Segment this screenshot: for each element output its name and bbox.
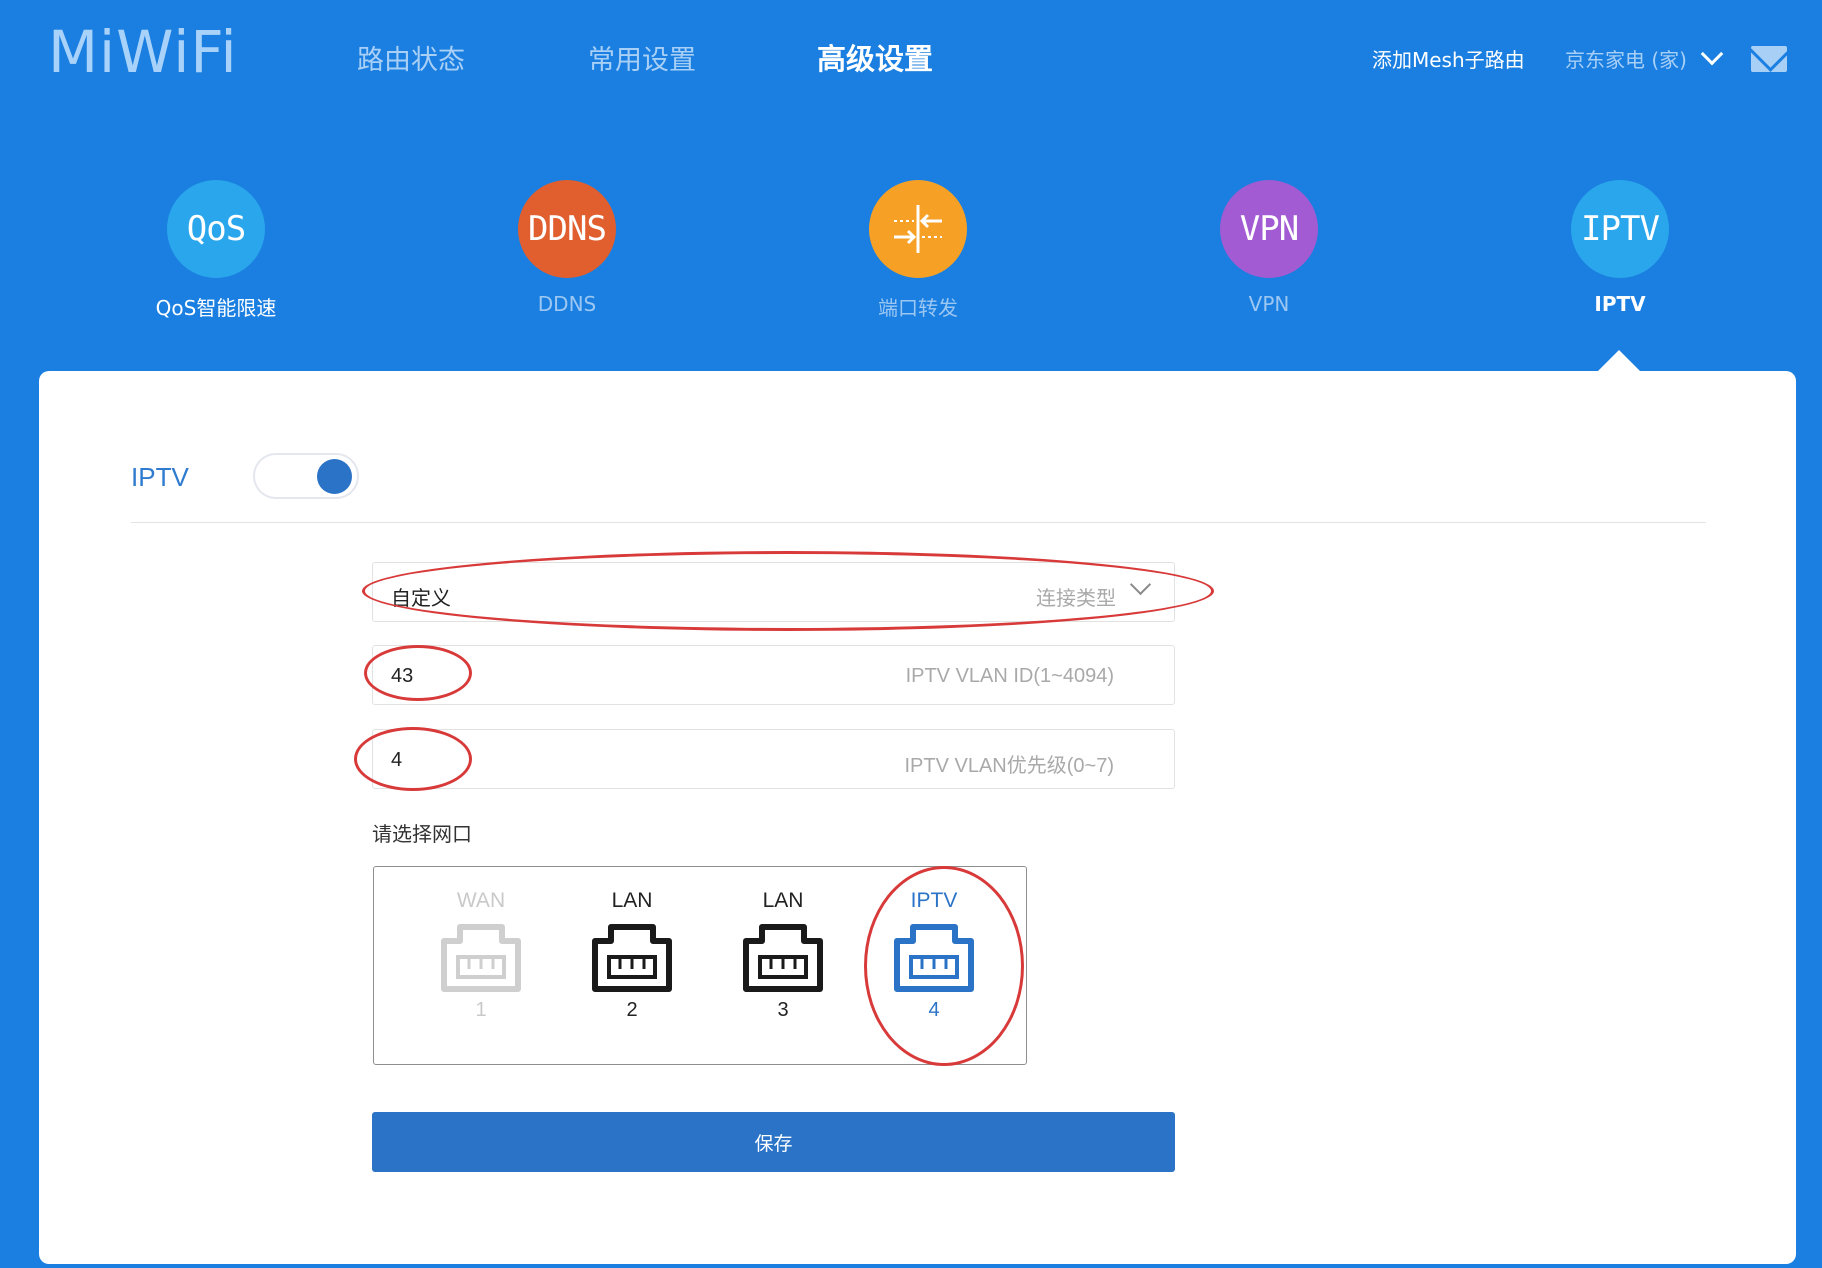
iptv-icon: IPTV [1571, 180, 1669, 278]
port-4-iptv[interactable]: IPTV 4 [879, 889, 989, 1022]
feature-ddns-label: DDNS [537, 292, 597, 316]
feature-iptv[interactable]: IPTV IPTV [1520, 180, 1720, 316]
port-1-wan: WAN 1 [426, 889, 536, 1022]
vlan-id-input[interactable]: 43 IPTV VLAN ID(1~4094) [372, 645, 1175, 705]
add-mesh-link[interactable]: 添加Mesh子路由 [1372, 44, 1525, 73]
connection-type-value: 自定义 [391, 588, 451, 610]
feature-iptv-label: IPTV [1594, 292, 1646, 316]
vlan-priority-value: 4 [391, 749, 403, 771]
vlan-id-value: 43 [391, 665, 414, 687]
port-type: WAN [456, 889, 506, 912]
feature-port-forward-label: 端口转发 [878, 296, 958, 320]
nav-router-status[interactable]: 路由状态 [357, 38, 465, 77]
feature-vpn-label: VPN [1248, 292, 1290, 316]
port-type: LAN [762, 889, 804, 912]
connection-type-select[interactable]: 自定义 连接类型 [372, 562, 1175, 622]
ethernet-port-icon [743, 924, 823, 992]
toggle-knob [317, 459, 352, 494]
ddns-icon: DDNS [518, 180, 616, 278]
qos-icon: QoS [167, 180, 265, 278]
nav-common-settings[interactable]: 常用设置 [588, 38, 696, 77]
port-number: 2 [626, 999, 638, 1021]
port-2-lan[interactable]: LAN 2 [577, 889, 687, 1022]
port-selector: WAN 1 LAN 2 LAN 3 IPTV 4 [373, 866, 1027, 1065]
chevron-down-icon [1129, 573, 1152, 596]
feature-ddns[interactable]: DDNS DDNS [467, 180, 667, 316]
nav-advanced-settings[interactable]: 高级设置 [817, 36, 933, 78]
ethernet-port-icon [592, 924, 672, 992]
ethernet-port-icon [894, 924, 974, 992]
port-number: 3 [777, 999, 789, 1021]
ethernet-port-icon [441, 924, 521, 992]
port-type: LAN [611, 889, 653, 912]
port-3-lan[interactable]: LAN 3 [728, 889, 838, 1022]
divider [131, 522, 1706, 523]
feature-vpn[interactable]: VPN VPN [1169, 180, 1369, 316]
port-number: 4 [928, 999, 940, 1021]
feature-port-forward[interactable]: 端口转发 [818, 180, 1018, 321]
user-menu[interactable]: 京东家电 (家) [1565, 44, 1687, 73]
port-number: 1 [475, 999, 487, 1021]
vlan-priority-placeholder: IPTV VLAN优先级(0~7) [904, 755, 1114, 777]
port-select-label: 请选择网口 [372, 824, 472, 846]
feature-qos[interactable]: QoS QoS智能限速 [116, 180, 316, 321]
vpn-icon: VPN [1220, 180, 1318, 278]
mail-icon[interactable] [1751, 46, 1787, 72]
miwifi-logo[interactable]: MiWiFi [48, 18, 238, 86]
vlan-priority-input[interactable]: 4 IPTV VLAN优先级(0~7) [372, 729, 1175, 789]
iptv-toggle[interactable] [253, 453, 359, 499]
vlan-id-placeholder: IPTV VLAN ID(1~4094) [905, 665, 1114, 687]
feature-qos-label: QoS智能限速 [155, 296, 277, 320]
active-tab-pointer [1597, 350, 1641, 372]
save-button[interactable]: 保存 [372, 1112, 1175, 1172]
chevron-down-icon[interactable] [1700, 42, 1724, 66]
iptv-section-title: IPTV [131, 462, 189, 492]
port-forward-icon [869, 180, 967, 278]
port-type: IPTV [910, 889, 958, 912]
connection-type-placeholder: 连接类型 [1036, 588, 1116, 610]
